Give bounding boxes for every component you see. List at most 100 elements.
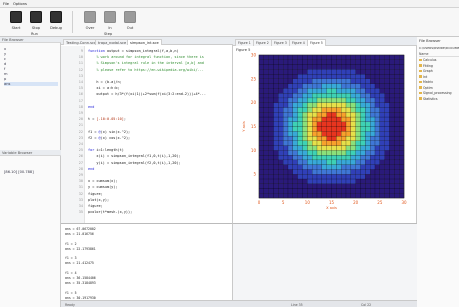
heatmap-cell [341, 183, 347, 189]
code-editor[interactable]: Testing.Conn.sce trapz_nodal.sce simpson… [61, 37, 233, 223]
editor-tab[interactable]: Testing.Conn.sce [63, 38, 100, 45]
variable-item[interactable]: d [4, 62, 6, 66]
heatmap-cell [360, 121, 366, 127]
figure-tab[interactable]: Figure 1 [235, 39, 254, 46]
heatmap-cell [370, 150, 376, 156]
variable-item[interactable]: p [4, 77, 6, 81]
heatmap-cell [273, 121, 279, 127]
heatmap-cell [321, 183, 327, 189]
heatmap-cell [273, 174, 279, 180]
step-over-button[interactable] [84, 11, 96, 23]
heatmap-cell [394, 140, 400, 146]
variable-item[interactable]: c [4, 57, 6, 61]
heatmap-cell [283, 73, 289, 79]
heatmap-cell [316, 69, 322, 75]
heatmap-cell [336, 140, 342, 146]
heatmap-cell [287, 174, 293, 180]
heatmap-cell [297, 93, 303, 99]
heatmap-cell [355, 121, 361, 127]
heatmap-cell [350, 69, 356, 75]
step-in-button[interactable] [104, 11, 116, 23]
variable-item[interactable]: f [4, 67, 5, 71]
x-tick-label: 5 [282, 200, 285, 205]
console-line: f1 = 2 [65, 241, 77, 246]
heatmap-cell [263, 140, 269, 146]
step-out-button[interactable] [124, 11, 136, 23]
heatmap-cell [307, 78, 313, 84]
heatmap-cell [374, 135, 380, 141]
heatmap-cell [365, 97, 371, 103]
console-line: f1 = 4 [65, 271, 77, 276]
line-number: 22 [78, 129, 83, 134]
heatmap-cell [297, 174, 303, 180]
console-panel[interactable]: ans = 67.0672002 ans = 21.016756 f1 = 2 ans… [61, 223, 233, 307]
heatmap-cell [360, 131, 366, 137]
heatmap-cell [321, 112, 327, 118]
heatmap-cell [297, 145, 303, 151]
heatmap-chart[interactable]: 0 5 10 15 20 25 30 5 10 15 20 25 30 X axis Y axis [233, 47, 417, 221]
code-line: end [88, 166, 95, 171]
x-tick-label: 25 [377, 200, 383, 205]
heatmap-cell [326, 54, 332, 60]
heatmap-cell [350, 159, 356, 165]
heatmap-cell [297, 83, 303, 89]
heatmap-cell [307, 183, 313, 189]
heatmap-cell [283, 164, 289, 170]
code-line: y = cumsum(y); [88, 185, 118, 190]
heatmap-cell [399, 150, 405, 156]
figure-tab[interactable]: Figure 3 [271, 39, 290, 46]
heatmap-cell [302, 169, 308, 175]
heatmap-cell [283, 140, 289, 146]
heatmap-cell [379, 193, 385, 199]
variable-item-selected[interactable]: ans [4, 82, 58, 86]
heatmap-cell [283, 193, 289, 199]
variable-item[interactable]: y [4, 52, 6, 56]
variable-item[interactable]: m [4, 72, 8, 76]
heatmap-cell [278, 73, 284, 79]
heatmap-cell [307, 112, 313, 118]
heatmap-cell [278, 83, 284, 89]
heatmap-cell [278, 54, 284, 60]
heatmap-cell [263, 88, 269, 94]
heatmap-cell [292, 169, 298, 175]
menu-options[interactable]: Options [13, 2, 27, 6]
heatmap-cell [331, 112, 337, 118]
start-button[interactable] [10, 11, 22, 23]
heatmap-cell [360, 59, 366, 65]
heatmap-cell [370, 69, 376, 75]
heatmap-cell [278, 178, 284, 184]
file-browser-item[interactable]: Statistics [419, 97, 459, 103]
heatmap-cell [302, 135, 308, 141]
heatmap-cell [365, 64, 371, 70]
heatmap-cell [331, 64, 337, 70]
heatmap-cell [399, 54, 405, 60]
heatmap-cell [345, 193, 351, 199]
heatmap-cell [345, 135, 351, 141]
line-number: 20 [78, 117, 83, 122]
stop-button[interactable] [30, 11, 42, 23]
heatmap-cell [258, 174, 264, 180]
heatmap-cell [331, 193, 337, 199]
heatmap-cell [360, 54, 366, 60]
heatmap-cell [360, 188, 366, 194]
heatmap-cell [350, 102, 356, 108]
heatmap-cell [283, 121, 289, 127]
heatmap-cell [341, 131, 347, 137]
file-browser-path[interactable]: C:\USERS\RSMDE\DOCUMENTS [419, 46, 459, 50]
figure-tab[interactable]: Figure 2 [253, 39, 272, 46]
x-tick-label: 10 [305, 200, 311, 205]
heatmap-cell [360, 150, 366, 156]
editor-tab-active[interactable]: simpson_int.sce [127, 38, 162, 45]
figure-tab[interactable]: Figure 4 [289, 39, 308, 46]
heatmap-cell [263, 169, 269, 175]
heatmap-cell [350, 78, 356, 84]
figure-tab-active[interactable]: Figure 5 [307, 39, 326, 46]
heatmap-cell [283, 93, 289, 99]
heatmap-cell [374, 78, 380, 84]
menu-file[interactable]: File [3, 2, 9, 6]
heatmap-cell [384, 145, 390, 151]
heatmap-cell [307, 193, 313, 199]
editor-tab[interactable]: trapz_nodal.sce [95, 38, 130, 45]
debug-button[interactable] [50, 11, 62, 23]
variable-item[interactable]: x [4, 47, 6, 51]
